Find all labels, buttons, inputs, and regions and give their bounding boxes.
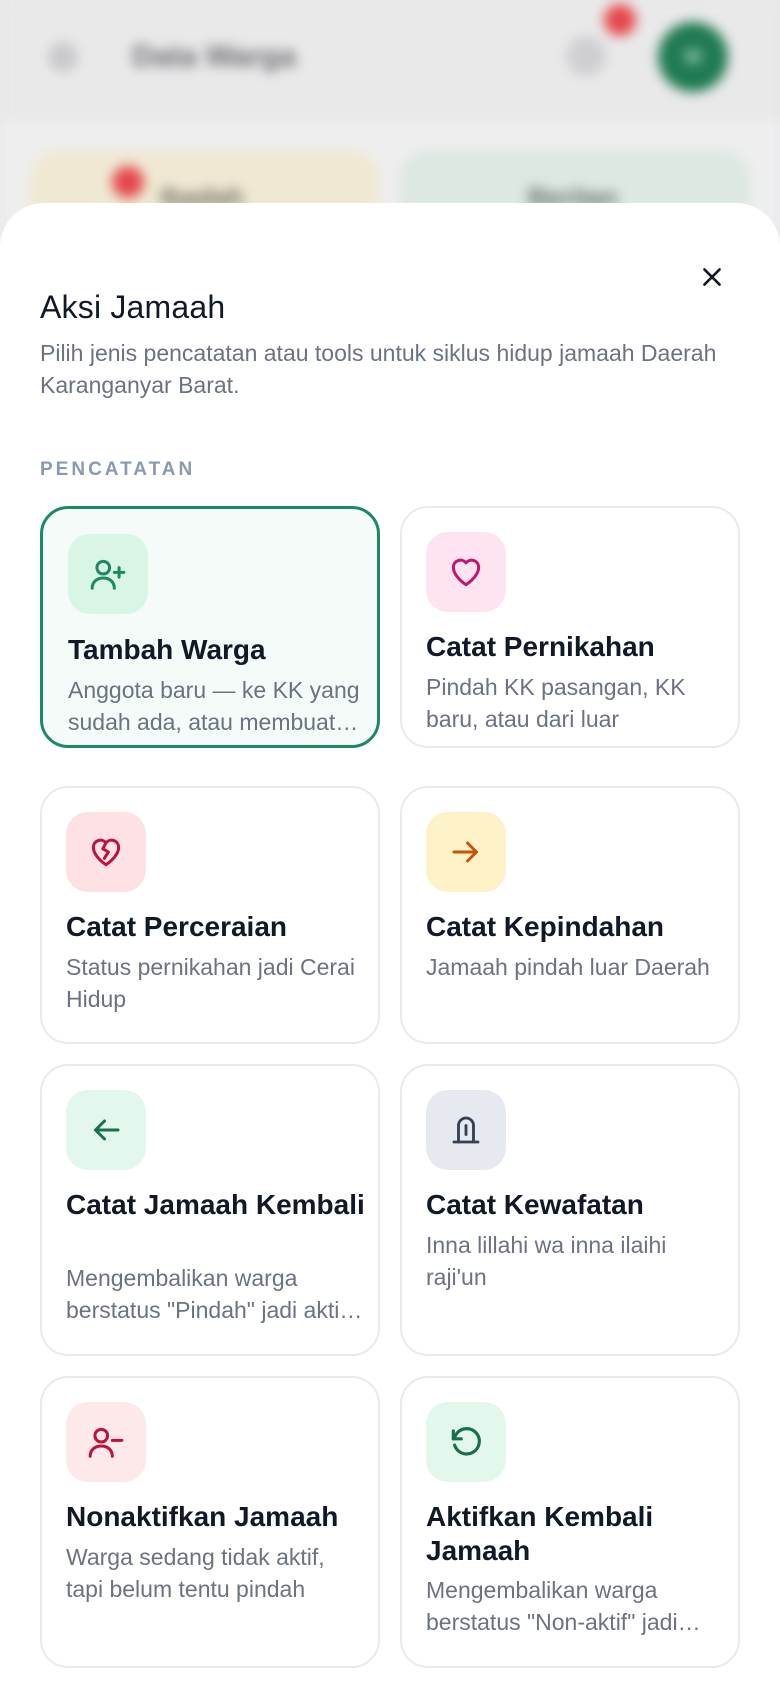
- section-label: PENCATATAN: [40, 459, 196, 480]
- action-title: Catat Kewafatan: [426, 1189, 644, 1220]
- arrow-left-icon: [66, 1090, 146, 1170]
- heart-crack-icon: [66, 812, 146, 892]
- action-card-catat-pernikahan[interactable]: Catat Pernikahan Pindah KK pasangan, KK …: [400, 506, 740, 748]
- tombstone-icon: [426, 1090, 506, 1170]
- background-title: Data Warga: [132, 40, 296, 73]
- user-minus-icon: [66, 1402, 146, 1482]
- action-title: Catat Jamaah Kembali: [66, 1189, 365, 1220]
- arrow-right-icon: [426, 812, 506, 892]
- avatar: W: [658, 22, 728, 92]
- action-card-catat-kepindahan[interactable]: Catat Kepindahan Jamaah pindah luar Daer…: [400, 786, 740, 1044]
- action-description: Warga sedang tidak aktif, tapi belum ten…: [66, 1544, 325, 1602]
- action-title: Nonaktifkan Jamaah: [66, 1501, 339, 1532]
- sheet-subtitle: Pilih jenis pencatatan atau tools untuk …: [40, 340, 717, 398]
- user-plus-icon: [68, 534, 148, 614]
- action-description: Anggota baru — ke KK yang sudah ada, ata…: [68, 677, 360, 735]
- background-card-dot: [112, 166, 144, 198]
- action-card-catat-jamaah-kembali[interactable]: Catat Jamaah Kembali Mengembalikan warga…: [40, 1064, 380, 1356]
- action-description: Mengembalikan warga berstatus "Pindah" j…: [66, 1265, 346, 1323]
- action-title: Catat Pernikahan: [426, 631, 655, 662]
- action-description: Jamaah pindah luar Daerah: [426, 954, 710, 980]
- action-title: Tambah Warga: [68, 634, 266, 665]
- action-card-nonaktifkan-jamaah[interactable]: Nonaktifkan Jamaah Warga sedang tidak ak…: [40, 1376, 380, 1668]
- close-icon: [703, 268, 721, 286]
- action-card-tambah-warga[interactable]: Tambah Warga Anggota baru — ke KK yang s…: [40, 506, 380, 748]
- action-card-aktifkan-kembali-jamaah[interactable]: Aktifkan Kembali Jamaah Mengembalikan wa…: [400, 1376, 740, 1668]
- heart-icon: [426, 532, 506, 612]
- action-description: Mengembalikan warga berstatus "Non-aktif…: [426, 1577, 678, 1635]
- action-title: Catat Kepindahan: [426, 911, 665, 942]
- action-card-catat-kewafatan[interactable]: Catat Kewafatan Inna lillahi wa inna ila…: [400, 1064, 740, 1356]
- action-sheet: Aksi Jamaah Pilih jenis pencatatan atau …: [0, 203, 780, 1688]
- action-description: Inna lillahi wa inna ilaihi raji'un: [426, 1232, 667, 1290]
- action-description: Status pernikahan jadi Cerai Hidup: [66, 954, 355, 1012]
- sheet-title: Aksi Jamaah: [40, 289, 226, 325]
- bell-icon: [566, 36, 606, 76]
- close-button[interactable]: [690, 255, 734, 299]
- action-title: Catat Perceraian: [66, 911, 288, 942]
- action-title: Aktifkan Kembali Jamaah: [426, 1501, 654, 1566]
- back-icon: [48, 42, 78, 72]
- rotate-ccw-icon: [426, 1402, 506, 1482]
- action-description: Pindah KK pasangan, KK baru, atau dari l…: [426, 674, 686, 732]
- notification-dot: [604, 4, 636, 36]
- action-card-catat-perceraian[interactable]: Catat Perceraian Status pernikahan jadi …: [40, 786, 380, 1044]
